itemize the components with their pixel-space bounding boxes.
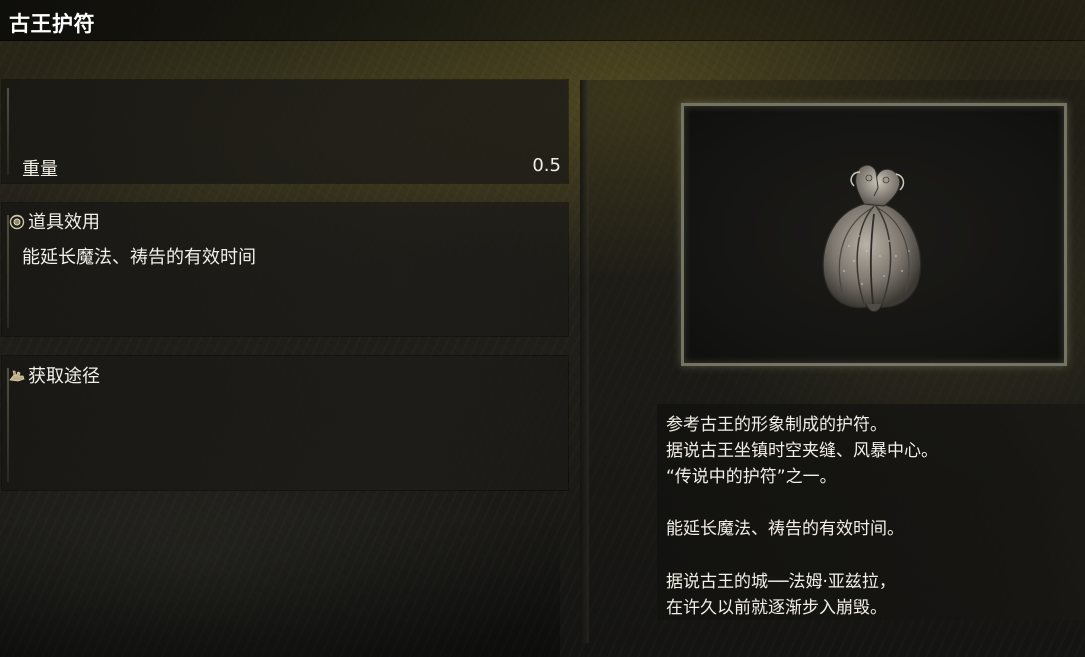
panel-divider — [580, 80, 589, 643]
description-line: 参考古王的形象制成的护符。 — [666, 415, 887, 435]
description-line: 在许久以前就逐渐步入崩毁。 — [666, 598, 887, 618]
item-title: 古王护符 — [9, 12, 95, 36]
weight-label: 重量 — [22, 159, 58, 180]
header-bar: 古王护符 — [0, 0, 1085, 41]
source-heading: 获取途径 — [8, 362, 100, 388]
hand-icon — [8, 366, 26, 384]
effect-heading: 道具效用 — [8, 208, 100, 234]
effect-heading-label: 道具效用 — [28, 212, 100, 233]
weight-value: 0.5 — [532, 155, 561, 176]
background-ruins — [0, 517, 560, 657]
item-image-frame — [681, 103, 1067, 366]
description-line: 能延长魔法、祷告的有效时间。 — [666, 519, 904, 539]
description-line: 据说古王坐镇时空夹缝、风暴中心。 — [666, 441, 938, 461]
eye-icon — [8, 212, 26, 230]
talisman-image — [822, 164, 922, 312]
weight-panel — [2, 80, 568, 183]
source-heading-label: 获取途径 — [28, 366, 100, 387]
effect-text: 能延长魔法、祷告的有效时间 — [22, 247, 256, 268]
description-line: 据说古王的城──法姆·亚兹拉， — [666, 572, 896, 592]
description-line: “传说中的护符”之一。 — [666, 467, 837, 487]
